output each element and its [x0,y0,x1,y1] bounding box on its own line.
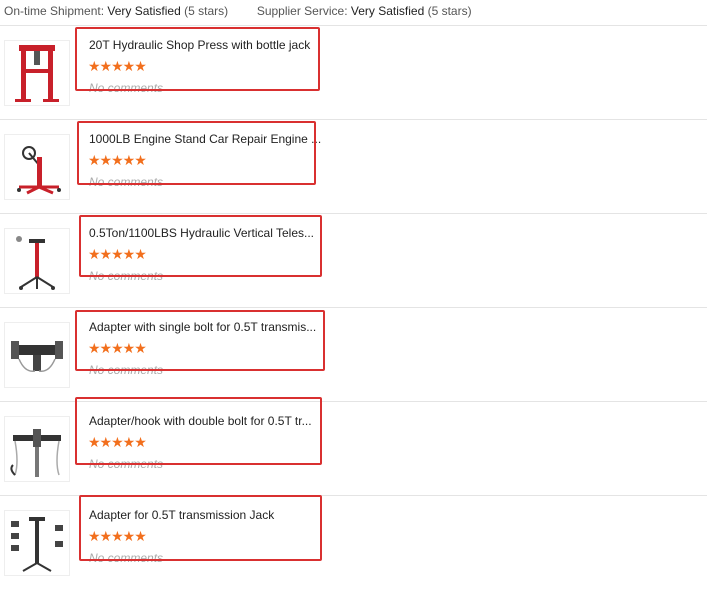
shipment-value: Very Satisfied [107,4,181,18]
review-item: Adapter/hook with double bolt for 0.5T t… [0,397,707,496]
transmission-jack-image [16,236,55,290]
product-thumbnail[interactable] [4,510,70,576]
shipment-stars: (5 stars) [184,4,229,18]
adapter-image [11,341,63,372]
review-item: 1000LB Engine Stand Car Repair Engine ..… [0,119,707,214]
shipment-label: On-time Shipment: [4,4,105,18]
adapter-jack-image [11,517,63,572]
adapter-hook-image [10,429,61,477]
highlight-box [79,215,322,277]
service-stars: (5 stars) [427,4,472,18]
product-thumbnail[interactable] [4,228,70,294]
highlight-box [75,397,322,465]
engine-stand-image [17,146,61,195]
service-value: Very Satisfied [350,4,425,18]
highlight-box [75,310,325,371]
highlight-box [75,27,320,91]
product-thumbnail[interactable] [4,134,70,200]
product-thumbnail[interactable] [4,40,70,106]
service-label: Supplier Service: [256,4,348,18]
highlight-box [79,495,322,561]
review-item: 20T Hydraulic Shop Press with bottle jac… [0,25,707,120]
review-item: Adapter with single bolt for 0.5T transm… [0,307,707,402]
shop-press-image [15,45,59,102]
product-thumbnail[interactable] [4,322,70,388]
product-thumbnail[interactable] [4,416,70,482]
review-item: Adapter for 0.5T transmission Jack ★★★★★… [0,495,707,590]
seller-ratings: On-time Shipment: Very Satisfied (5 star… [4,4,472,18]
highlight-box [77,121,316,185]
review-item: 0.5Ton/1100LBS Hydraulic Vertical Teles.… [0,213,707,308]
